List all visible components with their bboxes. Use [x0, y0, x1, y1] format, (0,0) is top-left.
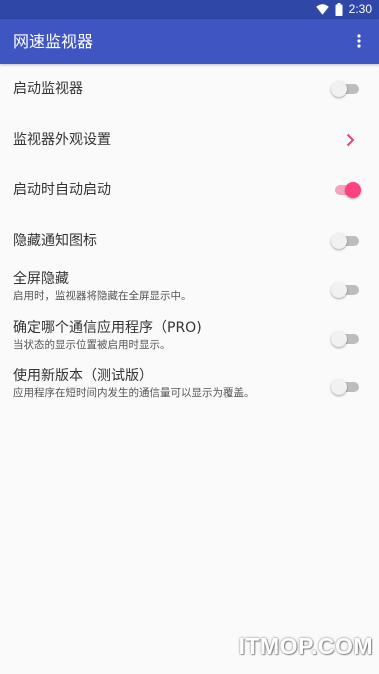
- setting-title: 启动监视器: [13, 81, 83, 97]
- setting-title: 使用新版本（测试版）: [13, 368, 153, 384]
- hide-notification-icon-switch[interactable]: [331, 232, 359, 250]
- battery-icon: [335, 3, 343, 16]
- setting-summary: 当状态的显示位置被启用时显示。: [13, 338, 171, 351]
- setting-title: 隐藏通知图标: [13, 232, 97, 249]
- switch-thumb: [331, 330, 347, 347]
- switch-thumb: [331, 81, 347, 97]
- autostart-switch[interactable]: [331, 181, 361, 199]
- status-time: 2:30: [348, 2, 372, 16]
- setting-title: 启动时自动启动: [13, 182, 111, 198]
- setting-hide-notification-icon[interactable]: 隐藏通知图标: [0, 216, 379, 267]
- chevron-right-icon[interactable]: [345, 133, 355, 147]
- settings-list: 启动监视器 监视器外观设置 启动时自动启动 隐藏通知图标 全屏隐藏 启用时，监视…: [0, 64, 379, 412]
- new-version-switch[interactable]: [331, 378, 359, 396]
- setting-monitor-appearance[interactable]: 监视器外观设置: [0, 115, 379, 166]
- status-bar: 2:30: [0, 0, 379, 19]
- identify-app-switch[interactable]: [331, 330, 359, 348]
- fullscreen-hide-switch[interactable]: [331, 281, 359, 299]
- setting-autostart-on-boot[interactable]: 启动时自动启动: [0, 165, 379, 216]
- setting-new-version-beta[interactable]: 使用新版本（测试版） 应用程序在短时间内发生的通信量可以显示为覆盖。: [0, 363, 379, 412]
- switch-thumb: [331, 379, 347, 395]
- more-vert-icon: [357, 34, 361, 48]
- switch-thumb: [331, 282, 347, 298]
- status-icons: 2:30: [315, 2, 372, 17]
- wifi-icon: [315, 4, 329, 15]
- setting-summary: 启用时，监视器将隐藏在全屏显示中。: [13, 290, 192, 302]
- setting-title: 监视器外观设置: [13, 131, 111, 148]
- setting-title: 确定哪个通信应用程序（PRO): [13, 319, 202, 336]
- setting-title: 全屏隐藏: [13, 271, 69, 287]
- start-monitor-switch[interactable]: [331, 80, 359, 98]
- overflow-menu-button[interactable]: [347, 29, 371, 53]
- setting-identify-app-pro[interactable]: 确定哪个通信应用程序（PRO) 当状态的显示位置被启用时显示。: [0, 315, 379, 364]
- switch-thumb: [331, 232, 347, 249]
- switch-thumb: [345, 182, 361, 198]
- setting-summary: 应用程序在短时间内发生的通信量可以显示为覆盖。: [13, 387, 255, 399]
- setting-start-monitor[interactable]: 启动监视器: [0, 64, 379, 115]
- site-watermark: ITMOP.COM: [238, 633, 373, 659]
- app-bar: 网速监视器: [0, 19, 379, 64]
- app-title: 网速监视器: [13, 32, 94, 51]
- setting-fullscreen-hide[interactable]: 全屏隐藏 启用时，监视器将隐藏在全屏显示中。: [0, 266, 379, 315]
